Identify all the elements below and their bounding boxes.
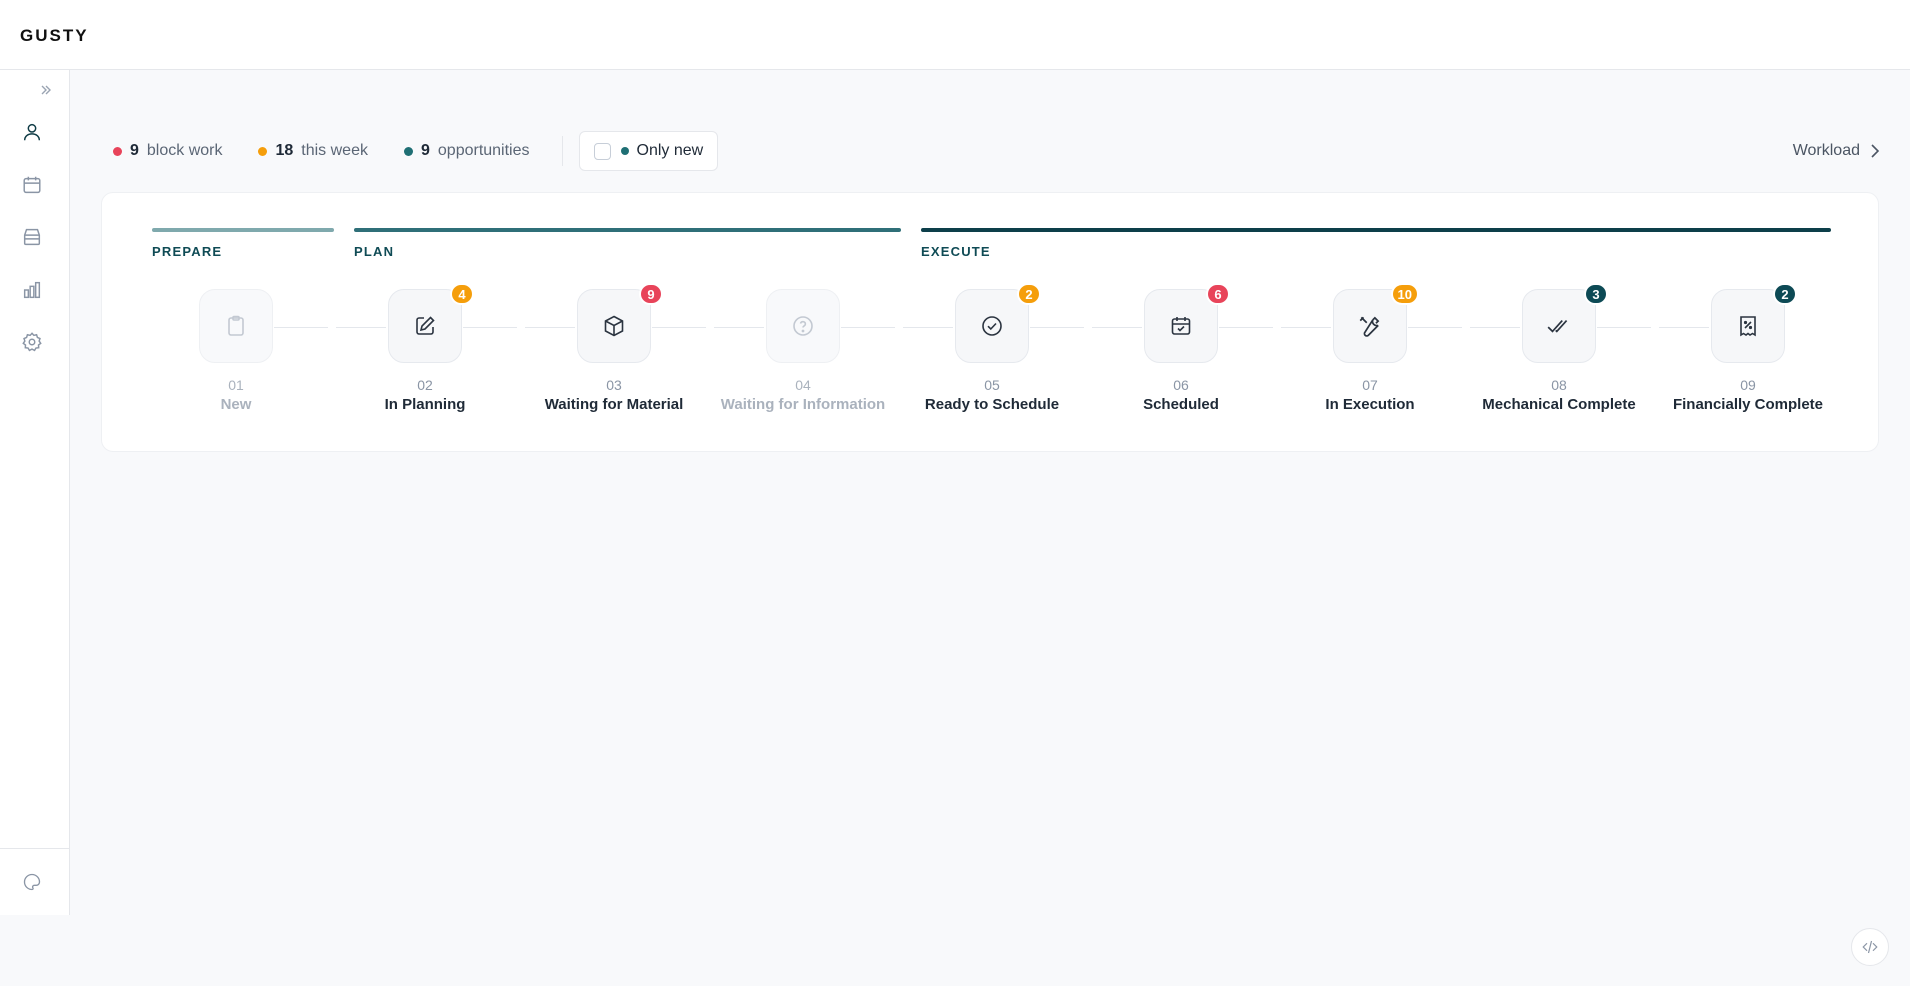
count-badge: 6: [1206, 283, 1230, 305]
count-badge: 10: [1390, 283, 1419, 305]
step-name: Waiting for Material: [544, 396, 684, 413]
step-number: 06: [1173, 377, 1189, 393]
step-financially-complete[interactable]: 2 09 Financially Complete: [1653, 283, 1843, 419]
status-dot: [620, 147, 629, 155]
step-name: Waiting for Information: [720, 396, 886, 413]
step-number: 04: [795, 377, 811, 393]
step-tile[interactable]: 6: [1144, 283, 1230, 363]
status-dot: [258, 146, 268, 156]
workflow-card: PREPARE PLAN EXECUTE 01 New 4 02 In Plan…: [101, 192, 1879, 452]
step-number: 07: [1362, 377, 1378, 393]
phase-bar-plan: [354, 228, 901, 232]
count-badge: 2: [1017, 283, 1041, 305]
stat-block-work[interactable]: 9 block work: [113, 142, 222, 160]
step-tile[interactable]: 3: [1522, 283, 1608, 363]
step-tile[interactable]: 2: [955, 283, 1041, 363]
step-number: 08: [1551, 377, 1567, 393]
chevron-right-icon: [1871, 144, 1880, 158]
stat-opportunities[interactable]: 9 opportunities: [403, 142, 530, 160]
step-tile[interactable]: [199, 289, 273, 363]
stat-label: block work: [146, 142, 223, 159]
top-bar: GUSTY: [0, 0, 1910, 70]
step-scheduled[interactable]: 6 06 Scheduled: [1086, 283, 1276, 419]
step-name: New: [220, 396, 252, 413]
phase-label-prepare: PREPARE: [152, 244, 223, 259]
step-new[interactable]: 01 New: [141, 289, 331, 419]
step-tile[interactable]: 9: [577, 283, 663, 363]
stat-label: this week: [301, 142, 368, 159]
bar-chart-icon[interactable]: [17, 275, 47, 305]
gear-icon[interactable]: [17, 327, 47, 357]
stat-count: 9: [420, 142, 430, 159]
calendar-icon[interactable]: [17, 170, 47, 200]
workload-label: Workload: [1792, 142, 1860, 159]
question-icon: [793, 316, 813, 336]
step-number: 09: [1740, 377, 1756, 393]
step-name: Scheduled: [1143, 396, 1219, 413]
gusty-logo[interactable]: GUSTY: [20, 27, 116, 43]
status-dot: [403, 146, 413, 156]
step-name: In Planning: [384, 396, 466, 413]
step-number: 03: [606, 377, 622, 393]
status-dot: [113, 146, 122, 156]
filter-bar: 9 block work 18 this week 9 opportunitie…: [113, 130, 719, 172]
step-name: In Execution: [1325, 396, 1415, 413]
workload-link[interactable]: Workload: [1793, 140, 1880, 162]
clipboard-icon: [228, 315, 244, 336]
step-tile[interactable]: [766, 289, 840, 363]
count-badge: 3: [1584, 283, 1608, 305]
divider: [561, 136, 563, 166]
step-ready-to-schedule[interactable]: 2 05 Ready to Schedule: [897, 283, 1087, 419]
step-name: Financially Complete: [1672, 396, 1824, 413]
double-check-icon: [1547, 320, 1568, 333]
step-number: 01: [228, 377, 244, 393]
calendar-check-icon: [1171, 317, 1191, 335]
step-tile[interactable]: 2: [1711, 283, 1797, 363]
stat-this-week[interactable]: 18 this week: [258, 142, 368, 160]
stat-count: 18: [275, 142, 294, 159]
edit-icon: [416, 316, 435, 335]
only-new-checkbox[interactable]: [593, 142, 611, 160]
phase-bar-prepare: [152, 228, 334, 232]
step-number: 05: [984, 377, 1000, 393]
svg-text:GUSTY: GUSTY: [20, 27, 89, 43]
code-icon[interactable]: [1851, 928, 1889, 966]
step-tile[interactable]: 4: [388, 283, 474, 363]
only-new-toggle[interactable]: Only new: [578, 131, 719, 171]
palette-icon[interactable]: [17, 867, 47, 897]
stat-label: opportunities: [437, 142, 530, 159]
step-name: Mechanical Complete: [1482, 396, 1636, 413]
user-icon[interactable]: [17, 117, 47, 147]
step-mechanical-complete[interactable]: 3 08 Mechanical Complete: [1464, 283, 1654, 419]
inbox-stack-icon[interactable]: [17, 222, 47, 252]
step-number: 02: [417, 377, 433, 393]
stat-count: 9: [130, 142, 139, 159]
phase-label-plan: PLAN: [354, 244, 395, 259]
step-name: Ready to Schedule: [924, 396, 1060, 413]
step-in-planning[interactable]: 4 02 In Planning: [330, 283, 520, 419]
step-waiting-for-material[interactable]: 9 03 Waiting for Material: [519, 283, 709, 419]
only-new-label: Only new: [636, 142, 704, 159]
sidebar: [0, 70, 70, 915]
expand-sidebar-icon[interactable]: [36, 80, 56, 100]
step-in-execution[interactable]: 10 07 In Execution: [1275, 283, 1465, 419]
step-tile[interactable]: 10: [1333, 283, 1419, 363]
count-badge: 4: [450, 283, 474, 305]
check-circle-icon: [982, 316, 1002, 336]
phase-label-execute: EXECUTE: [921, 244, 991, 259]
step-waiting-for-information[interactable]: 04 Waiting for Information: [708, 289, 898, 419]
box-icon: [604, 315, 624, 337]
receipt-icon: [1740, 316, 1756, 337]
count-badge: 2: [1773, 283, 1797, 305]
sidebar-divider: [0, 848, 70, 849]
wrench-icon: [1359, 316, 1380, 337]
count-badge: 9: [639, 283, 663, 305]
phase-bar-execute: [921, 228, 1831, 232]
